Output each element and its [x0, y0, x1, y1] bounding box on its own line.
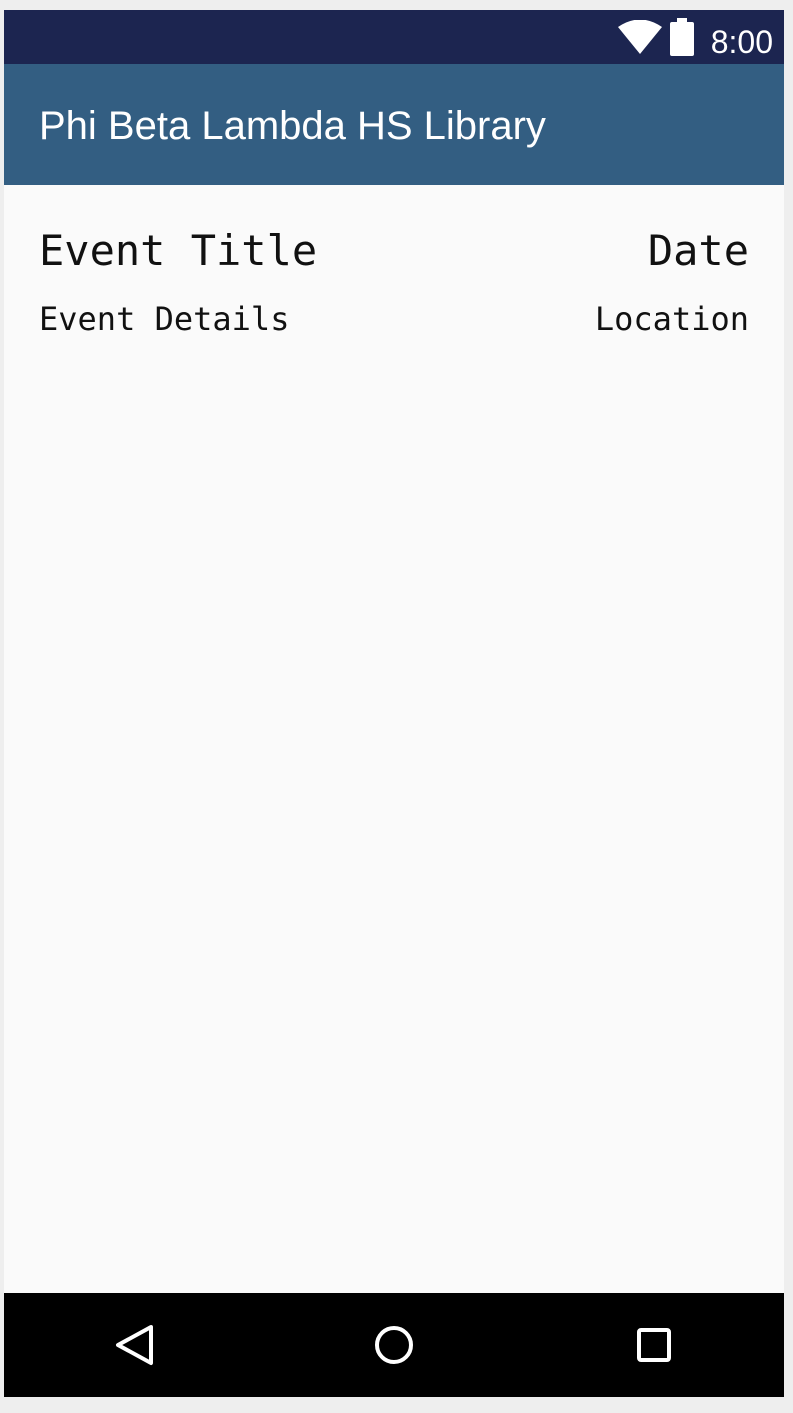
back-button[interactable]	[104, 1315, 164, 1375]
recents-button[interactable]	[624, 1315, 684, 1375]
home-button[interactable]	[364, 1315, 424, 1375]
event-location: Location	[594, 300, 749, 338]
battery-icon	[670, 18, 694, 56]
status-bar: 8:00	[4, 10, 784, 64]
event-list: Event Title Date Event Details Location	[4, 185, 784, 1293]
recents-icon	[637, 1328, 671, 1362]
wifi-icon	[618, 19, 662, 54]
app-title: Phi Beta Lambda HS Library	[39, 104, 546, 148]
event-title: Event Title	[39, 226, 318, 275]
event-list-item[interactable]: Event Title Date Event Details Location	[39, 225, 749, 338]
event-date: Date	[647, 226, 749, 275]
phone-screen: 8:00 Phi Beta Lambda HS Library Event Ti…	[4, 10, 784, 1397]
status-time: 8:00	[710, 24, 773, 60]
back-icon	[116, 1325, 153, 1365]
app-bar: Phi Beta Lambda HS Library	[4, 64, 784, 185]
event-details: Event Details	[39, 300, 290, 338]
home-icon	[375, 1326, 413, 1364]
navigation-bar	[4, 1293, 784, 1397]
